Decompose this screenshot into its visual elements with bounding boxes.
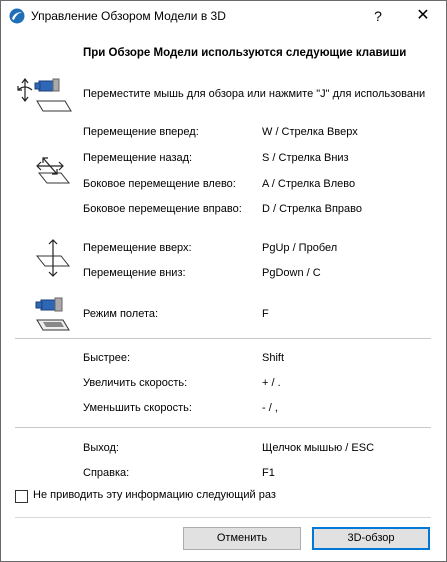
dialog-window: Управление Обзором Модели в 3D ? ✕ При О… xyxy=(0,0,447,562)
move-arrows-icon xyxy=(36,157,71,184)
cancel-button[interactable]: Отменить xyxy=(183,527,301,550)
keys-heading: При Обзоре Модели используются следующие… xyxy=(83,47,407,59)
shortcut-row: Уменьшить скорость: - / , xyxy=(83,402,438,416)
dont-show-again-label[interactable]: Не приводить эту информацию следующий ра… xyxy=(33,489,276,501)
3d-navigation-button[interactable]: 3D-обзор xyxy=(312,527,430,550)
shortcut-row: Перемещение вниз: PgDown / C xyxy=(83,267,438,281)
flight-mode-icon xyxy=(35,297,70,331)
shortcut-key: PgUp / Пробел xyxy=(262,242,338,254)
shortcut-label: Увеличить скорость: xyxy=(83,377,188,389)
shortcut-label: Боковое перемещение вправо: xyxy=(83,203,242,215)
shortcut-label: Быстрее: xyxy=(83,352,131,364)
shortcut-key: + / . xyxy=(262,377,281,389)
separator xyxy=(15,427,431,428)
shortcut-row: Боковое перемещение влево: A / Стрелка В… xyxy=(83,178,438,192)
separator xyxy=(15,338,431,339)
shortcut-key: Щелчок мышью / ESC xyxy=(262,442,375,454)
shortcut-row: Перемещение вперед: W / Стрелка Вверх xyxy=(83,126,438,140)
shortcut-key: F xyxy=(262,308,269,320)
dialog-content: При Обзоре Модели используются следующие… xyxy=(1,31,446,561)
title-bar: Управление Обзором Модели в 3D ? ✕ xyxy=(1,1,446,31)
mouse-hint-text: Переместите мышь для обзора или нажмите … xyxy=(83,88,426,100)
shortcut-row: Перемещение назад: S / Стрелка Вниз xyxy=(83,152,438,166)
shortcut-label: Выход: xyxy=(83,442,119,454)
shortcut-key: PgDown / C xyxy=(262,267,321,279)
help-button[interactable]: ? xyxy=(355,1,401,31)
shortcut-key: D / Стрелка Вправо xyxy=(262,203,362,215)
shortcut-key: - / , xyxy=(262,402,278,414)
shortcut-label: Перемещение вверх: xyxy=(83,242,192,254)
shortcut-key: A / Стрелка Влево xyxy=(262,178,356,190)
archicad-app-icon xyxy=(9,8,25,24)
shortcut-label: Перемещение вниз: xyxy=(83,267,186,279)
shortcut-label: Перемещение вперед: xyxy=(83,126,199,138)
dont-show-again-checkbox[interactable] xyxy=(15,490,28,503)
shortcut-key: W / Стрелка Вверх xyxy=(262,126,358,138)
shortcut-row: Выход: Щелчок мышью / ESC xyxy=(83,442,438,456)
shortcut-label: Режим полета: xyxy=(83,308,159,320)
shortcut-key: S / Стрелка Вниз xyxy=(262,152,349,164)
vertical-move-icon xyxy=(35,239,71,277)
shortcut-row: Режим полета: F xyxy=(83,308,438,322)
shortcut-label: Перемещение назад: xyxy=(83,152,193,164)
shortcut-label: Боковое перемещение влево: xyxy=(83,178,236,190)
separator xyxy=(15,517,431,518)
shortcut-row: Быстрее: Shift xyxy=(83,352,438,366)
close-button[interactable]: ✕ xyxy=(400,1,446,31)
mouse-look-icon xyxy=(17,78,72,112)
shortcut-row: Справка: F1 xyxy=(83,467,438,481)
shortcut-label: Справка: xyxy=(83,467,130,479)
shortcut-key: Shift xyxy=(262,352,285,364)
window-title: Управление Обзором Модели в 3D xyxy=(31,9,226,23)
shortcut-row: Увеличить скорость: + / . xyxy=(83,377,438,391)
shortcut-row: Перемещение вверх: PgUp / Пробел xyxy=(83,242,438,256)
shortcut-key: F1 xyxy=(262,467,275,479)
shortcut-label: Уменьшить скорость: xyxy=(83,402,192,414)
shortcut-row: Боковое перемещение вправо: D / Стрелка … xyxy=(83,203,438,217)
